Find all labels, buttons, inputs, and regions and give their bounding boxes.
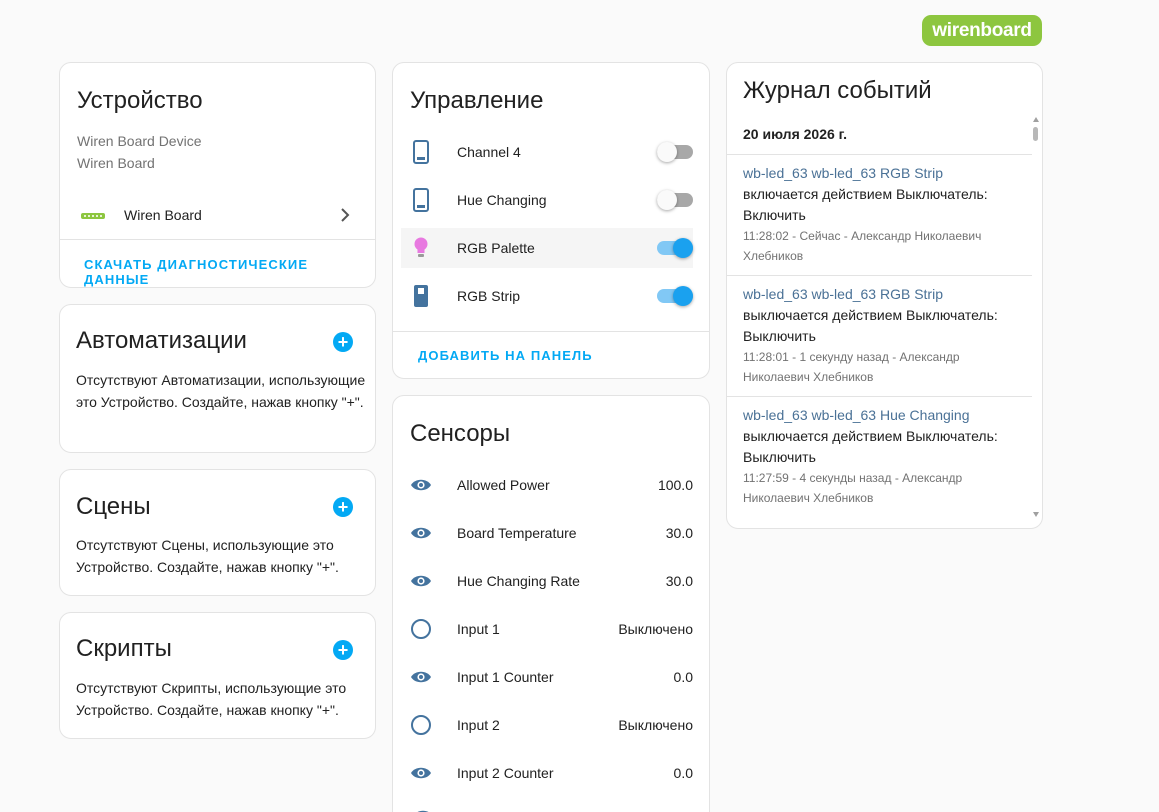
control-row[interactable]: Channel 4 <box>401 132 693 172</box>
logbook-date: 20 июля 2026 г. <box>743 126 847 142</box>
sensor-value: 100.0 <box>657 477 693 493</box>
phone-icon <box>401 188 441 212</box>
sensor-label: Allowed Power <box>457 477 550 493</box>
sensors-card: Сенсоры Allowed Power 100.0 Board Temper… <box>392 395 710 812</box>
device-card-title: Устройство <box>77 87 203 114</box>
scripts-card: Скрипты + Отсутствуют Скрипты, использую… <box>59 612 376 739</box>
logbook-scrollbar[interactable] <box>1032 117 1040 517</box>
device-model: Wiren Board Device <box>77 133 202 149</box>
sensor-label: Input 1 <box>457 621 500 637</box>
add-to-panel-button[interactable]: Добавить на панель <box>418 348 593 363</box>
log-entity-link[interactable]: wb-led_63 wb-led_63 Hue Changing <box>743 405 1016 426</box>
control-row[interactable]: RGB Strip <box>401 276 693 316</box>
scroll-down-arrow[interactable] <box>1033 512 1039 517</box>
eye-icon <box>401 765 441 781</box>
automations-empty-text: Отсутствуют Автоматизации, использующие … <box>76 372 366 410</box>
device-manufacturer: Wiren Board <box>77 155 155 171</box>
sensor-label: Hue Changing Rate <box>457 573 580 589</box>
log-message: выключается действием Выключатель: Выклю… <box>743 428 998 465</box>
sensor-value: 30.0 <box>665 573 693 589</box>
control-row[interactable]: Hue Changing <box>401 180 693 220</box>
control-label: Channel 4 <box>457 144 521 160</box>
lightbulb-icon <box>401 237 441 259</box>
device-link-row[interactable]: Wiren Board <box>60 195 375 235</box>
sensor-row[interactable]: Input 2 Выключено <box>401 705 693 745</box>
sensors-title: Сенсоры <box>410 420 511 447</box>
control-label: RGB Strip <box>457 288 521 304</box>
eye-icon <box>401 669 441 685</box>
sensor-label: Input 2 Counter <box>457 765 554 781</box>
control-toggle[interactable] <box>657 286 693 306</box>
sensor-value: 0.0 <box>673 669 693 685</box>
automations-card: Автоматизации + Отсутствуют Автоматизаци… <box>59 304 376 453</box>
add-scene-button[interactable]: + <box>333 497 353 517</box>
control-label: RGB Palette <box>457 240 535 256</box>
sensor-value: 30.0 <box>665 525 693 541</box>
control-toggle[interactable] <box>657 190 693 210</box>
phone-icon <box>401 140 441 164</box>
logbook-entry[interactable]: wb-led_63 wb-led_63 RGB Strip выключаетс… <box>727 284 1032 387</box>
sensor-value: 0.0 <box>673 765 693 781</box>
scripts-empty-text: Отсутствуют Скрипты, использующие это Ус… <box>76 680 347 718</box>
scenes-card: Сцены + Отсутствуют Сцены, использующие … <box>59 469 376 596</box>
scroll-thumb[interactable] <box>1033 127 1038 141</box>
sensor-row[interactable]: Input 1 Выключено <box>401 609 693 649</box>
switch-icon <box>401 284 441 308</box>
control-toggle[interactable] <box>657 142 693 162</box>
control-toggle[interactable] <box>657 238 693 258</box>
add-automation-button[interactable]: + <box>333 332 353 352</box>
board-icon <box>81 213 105 219</box>
sensor-label: Input 2 <box>457 717 500 733</box>
sensor-value: Выключено <box>618 621 693 637</box>
circle-outline-icon <box>401 618 441 640</box>
sensor-value: Выключено <box>618 717 693 733</box>
sensor-label: Input 1 Counter <box>457 669 554 685</box>
logbook-card: Журнал событий 20 июля 2026 г. wb-led_63… <box>726 62 1043 529</box>
chevron-right-icon <box>337 207 353 223</box>
add-script-button[interactable]: + <box>333 640 353 660</box>
download-diagnostics-button[interactable]: Скачать диагностические данные <box>84 257 375 287</box>
scripts-title: Скрипты <box>76 635 172 662</box>
log-entity-link[interactable]: wb-led_63 wb-led_63 RGB Strip <box>743 284 1016 305</box>
sensor-row[interactable]: Allowed Power 100.0 <box>401 465 693 505</box>
sensor-row[interactable]: Board Temperature 30.0 <box>401 513 693 553</box>
scenes-empty-text: Отсутствуют Сцены, использующие это Устр… <box>76 537 339 575</box>
eye-icon <box>412 808 434 812</box>
device-info-card: Устройство Wiren Board Device Wiren Boar… <box>59 62 376 288</box>
log-meta: 11:28:01 - 1 секунду назад - Александр Н… <box>743 350 960 384</box>
logbook-title: Журнал событий <box>743 77 932 104</box>
scroll-up-arrow[interactable] <box>1033 117 1039 122</box>
circle-outline-icon <box>401 714 441 736</box>
automations-title: Автоматизации <box>76 327 247 354</box>
logbook-entry[interactable]: wb-led_63 wb-led_63 Hue Changing выключа… <box>727 405 1032 508</box>
sensor-row[interactable]: Input 1 Counter 0.0 <box>401 657 693 697</box>
eye-icon <box>401 573 441 589</box>
sensor-label: Board Temperature <box>457 525 577 541</box>
controls-title: Управление <box>410 87 544 114</box>
scenes-title: Сцены <box>76 493 151 520</box>
log-meta: 11:27:59 - 4 секунды назад - Александр Н… <box>743 471 963 505</box>
log-meta: 11:28:02 - Сейчас - Александр Николаевич… <box>743 229 982 263</box>
device-link-label: Wiren Board <box>124 207 202 223</box>
eye-icon <box>401 477 441 493</box>
log-entity-link[interactable]: wb-led_63 wb-led_63 RGB Strip <box>743 163 1016 184</box>
sensor-row[interactable]: Input 2 Counter 0.0 <box>401 753 693 793</box>
wirenboard-logo: wirenboard <box>922 15 1042 46</box>
eye-icon <box>401 525 441 541</box>
controls-card: Управление Channel 4 Hue Changing RGB Pa… <box>392 62 710 379</box>
sensor-row[interactable]: Hue Changing Rate 30.0 <box>401 561 693 601</box>
control-row[interactable]: RGB Palette <box>401 228 693 268</box>
logbook-entry[interactable]: wb-led_63 wb-led_63 RGB Strip включается… <box>727 163 1032 266</box>
control-label: Hue Changing <box>457 192 547 208</box>
log-message: включается действием Выключатель: Включи… <box>743 186 988 223</box>
log-message: выключается действием Выключатель: Выклю… <box>743 307 998 344</box>
